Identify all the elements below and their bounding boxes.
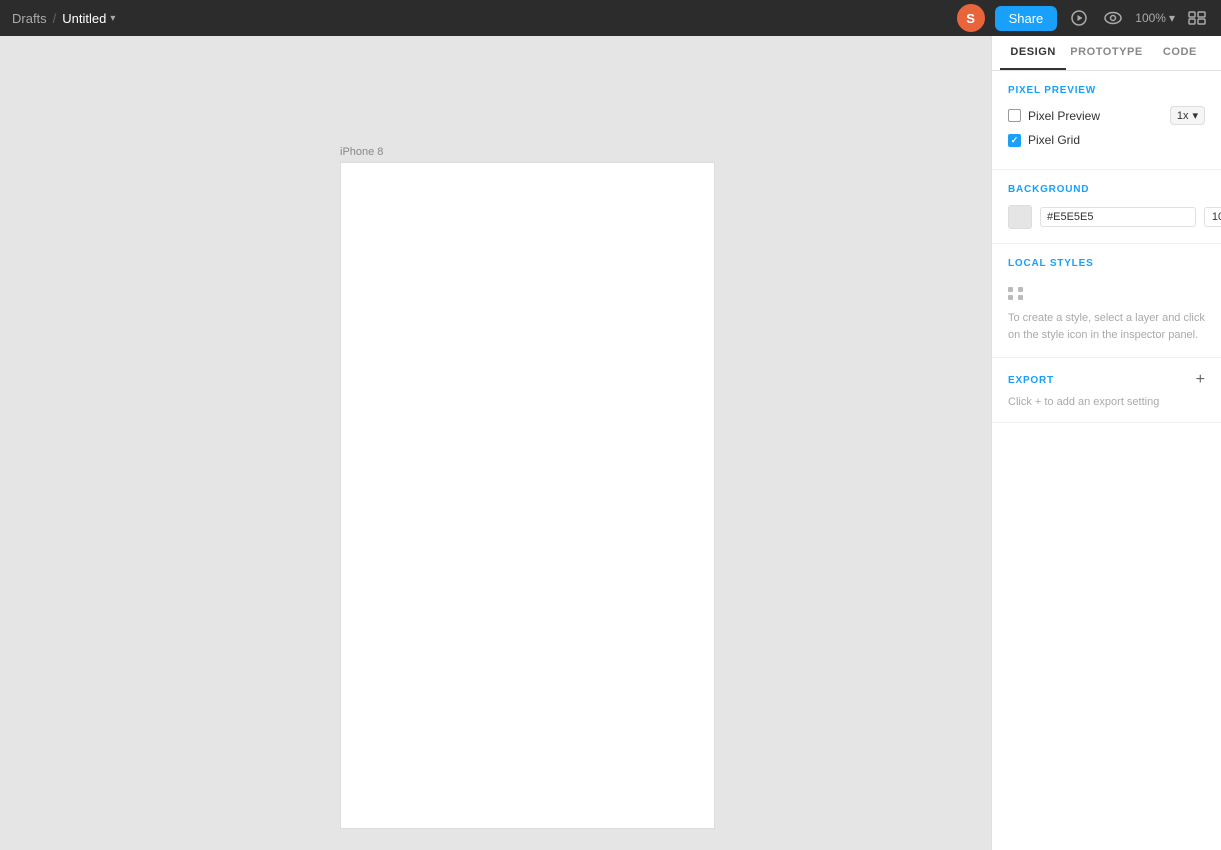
breadcrumb: Drafts / Untitled ▾ <box>12 11 115 26</box>
right-panel: DESIGN PROTOTYPE CODE PIXEL PREVIEW Pixe… <box>991 36 1221 850</box>
background-title: BACKGROUND <box>1008 184 1205 195</box>
pixel-preview-row: Pixel Preview 1x ▾ <box>1008 106 1205 125</box>
background-section: BACKGROUND <box>992 170 1221 244</box>
styles-grid-icon <box>1008 287 1024 300</box>
tab-design[interactable]: DESIGN <box>1000 36 1066 70</box>
export-add-button[interactable]: + <box>1196 372 1205 388</box>
frame-canvas[interactable] <box>340 162 715 829</box>
tab-prototype[interactable]: PROTOTYPE <box>1066 36 1147 70</box>
pixel-preview-title: PIXEL PREVIEW <box>1008 85 1205 96</box>
document-title[interactable]: Untitled ▾ <box>62 11 115 26</box>
avatar[interactable]: S <box>957 4 985 32</box>
frame-wrapper: iPhone 8 <box>340 146 715 829</box>
export-hint: Click + to add an export setting <box>1008 396 1205 408</box>
color-swatch[interactable] <box>1008 205 1032 229</box>
export-section: EXPORT + Click + to add an export settin… <box>992 358 1221 423</box>
pixel-preview-section: PIXEL PREVIEW Pixel Preview 1x ▾ Pixel G… <box>992 71 1221 170</box>
drafts-link[interactable]: Drafts <box>12 11 47 26</box>
pixel-grid-checkbox[interactable] <box>1008 134 1021 147</box>
export-title: EXPORT <box>1008 375 1054 386</box>
pixel-grid-row: Pixel Grid <box>1008 133 1205 147</box>
local-styles-hint: To create a style, select a layer and cl… <box>1008 310 1205 343</box>
export-header: EXPORT + <box>1008 372 1205 388</box>
zoom-control[interactable]: 100% ▾ <box>1135 11 1175 25</box>
tab-code[interactable]: CODE <box>1147 36 1213 70</box>
topbar-actions: S Share 100% ▾ <box>957 4 1209 32</box>
local-styles-title: LOCAL STYLES <box>1008 258 1205 269</box>
play-button[interactable] <box>1067 6 1091 30</box>
share-button[interactable]: Share <box>995 6 1058 31</box>
breadcrumb-separator: / <box>53 11 57 26</box>
canvas-area[interactable]: iPhone 8 <box>0 36 991 850</box>
background-row <box>1008 205 1205 229</box>
pixel-grid-label: Pixel Grid <box>1028 133 1080 147</box>
pixel-preview-label: Pixel Preview <box>1028 109 1100 123</box>
frame-label: iPhone 8 <box>340 146 715 158</box>
title-chevron-icon: ▾ <box>110 13 115 24</box>
color-hex-input[interactable] <box>1040 207 1196 227</box>
library-button[interactable] <box>1185 6 1209 30</box>
topbar: Drafts / Untitled ▾ S Share 100% ▾ <box>0 0 1221 36</box>
eye-button[interactable] <box>1101 6 1125 30</box>
local-styles-section: LOCAL STYLES To create a style, select a… <box>992 244 1221 358</box>
opacity-input[interactable] <box>1204 207 1221 227</box>
main-layout: iPhone 8 DESIGN PROTOTYPE CODE PIXEL PRE… <box>0 36 1221 850</box>
pixel-preview-checkbox[interactable] <box>1008 109 1021 122</box>
panel-tabs: DESIGN PROTOTYPE CODE <box>992 36 1221 71</box>
zoom-dropdown[interactable]: 1x ▾ <box>1170 106 1205 125</box>
